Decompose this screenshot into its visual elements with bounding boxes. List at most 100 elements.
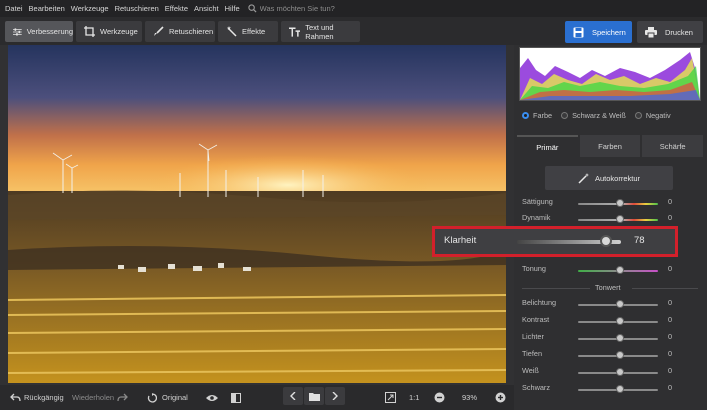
slider-value: 0 — [668, 349, 673, 358]
slider-thumb[interactable] — [616, 334, 624, 342]
slider-thumb[interactable] — [616, 385, 624, 393]
slider-value: 0 — [668, 383, 673, 392]
search-box[interactable] — [248, 4, 380, 13]
radio-farbe[interactable]: Farbe — [522, 111, 552, 120]
search-icon — [248, 4, 257, 13]
magic-wand-icon — [227, 26, 237, 37]
slider-kontrast: Kontrast 0 — [522, 315, 698, 329]
undo-button[interactable]: Rückgängig — [10, 385, 64, 410]
menu-retuschieren[interactable]: Retuschieren — [115, 4, 159, 13]
autocorrect-button[interactable]: Autokorrektur — [545, 166, 673, 190]
save-button[interactable]: Speichern — [565, 21, 632, 43]
next-image-button[interactable] — [325, 387, 345, 405]
menu-hilfe[interactable]: Hilfe — [225, 4, 240, 13]
undo-icon — [10, 393, 21, 402]
zoom-out-button[interactable] — [434, 385, 445, 410]
radio-selected-indicator — [522, 112, 529, 119]
slider-value: 0 — [668, 332, 673, 341]
slider-schwarz: Schwarz 0 — [522, 383, 698, 397]
image-canvas[interactable] — [0, 45, 514, 385]
radio-indicator — [634, 112, 642, 119]
undo-label: Rückgängig — [24, 393, 64, 402]
search-input[interactable] — [256, 4, 380, 13]
open-folder-button[interactable] — [304, 387, 324, 405]
chevron-right-icon — [332, 392, 338, 400]
slider-weiss: Weiß 0 — [522, 366, 698, 380]
redo-icon — [117, 393, 129, 402]
sliders-icon — [13, 27, 22, 36]
tab-verbesserung-label: Verbesserung — [26, 27, 73, 36]
tab-verbesserung[interactable]: Verbesserung — [5, 21, 73, 42]
preview-eye-button[interactable] — [206, 385, 218, 410]
slider-label: Kontrast — [522, 315, 550, 324]
menu-werkzeuge[interactable]: Werkzeuge — [71, 4, 109, 13]
reset-icon — [147, 392, 157, 403]
fit-to-screen-button[interactable] — [385, 385, 396, 410]
zoom-in-button[interactable] — [495, 385, 506, 410]
print-button-label: Drucken — [665, 27, 693, 37]
redo-button[interactable]: Wiederholen — [72, 385, 129, 410]
slider-thumb[interactable] — [616, 199, 624, 207]
tab-werkzeuge[interactable]: Werkzeuge — [76, 21, 142, 42]
actual-size-button[interactable]: 1:1 — [409, 385, 419, 410]
previous-image-button[interactable] — [283, 387, 303, 405]
divider — [632, 288, 698, 289]
slider-value: 0 — [668, 264, 673, 273]
slider-value: 0 — [668, 366, 673, 375]
tab-effekte[interactable]: Effekte — [218, 21, 278, 42]
slider-belichtung: Belichtung 0 — [522, 298, 698, 312]
magic-wand-icon — [578, 172, 589, 184]
menu-bearbeiten[interactable]: Bearbeiten — [29, 4, 65, 13]
slider-thumb[interactable] — [616, 266, 624, 274]
tab-schaerfe[interactable]: Schärfe — [642, 135, 704, 157]
histogram — [519, 47, 701, 101]
slider-label: Tiefen — [522, 349, 543, 358]
slider-klarheit-highlight: Klarheit 78 — [432, 226, 678, 257]
split-view-icon — [231, 392, 241, 403]
compare-button[interactable] — [231, 385, 241, 410]
slider-value: 0 — [668, 197, 673, 206]
menu-datei[interactable]: Datei — [5, 4, 23, 13]
slider-lichter: Lichter 0 — [522, 332, 698, 346]
radio-negativ[interactable]: Negativ — [634, 111, 671, 120]
color-mode-group: Farbe Schwarz & Weiß Negativ — [522, 111, 680, 120]
original-button[interactable]: Original — [147, 385, 188, 410]
slider-saettigung: Sättigung 0 — [522, 197, 698, 211]
slider-label: Weiß — [522, 366, 539, 375]
slider-value: 78 — [634, 235, 645, 246]
fit-screen-icon — [385, 392, 396, 403]
slider-label: Belichtung — [522, 298, 557, 307]
save-button-label: Speichern — [592, 27, 626, 37]
slider-value: 0 — [668, 213, 673, 222]
tab-werkzeuge-label: Werkzeuge — [100, 27, 138, 36]
slider-thumb[interactable] — [616, 351, 624, 359]
chevron-left-icon — [290, 392, 296, 400]
radio-indicator — [561, 112, 569, 119]
radio-negativ-label: Negativ — [645, 111, 671, 120]
original-label: Original — [162, 393, 188, 402]
bottom-toolbar: Rückgängig Wiederholen Original 1:1 93% — [0, 385, 514, 410]
print-button[interactable]: Drucken — [637, 21, 703, 43]
tab-text-und-rahmen[interactable]: Text und Rahmen — [281, 21, 360, 42]
slider-thumb[interactable] — [600, 235, 612, 247]
printer-icon — [645, 26, 657, 38]
divider — [522, 288, 590, 289]
brush-icon — [154, 26, 164, 36]
tab-primaer[interactable]: Primär — [517, 135, 578, 157]
menu-ansicht[interactable]: Ansicht — [194, 4, 219, 13]
slider-thumb[interactable] — [616, 317, 624, 325]
landscape-photo[interactable] — [8, 45, 506, 383]
menu-effekte[interactable]: Effekte — [165, 4, 188, 13]
slider-thumb[interactable] — [616, 368, 624, 376]
redo-label: Wiederholen — [72, 393, 115, 402]
slider-thumb[interactable] — [616, 300, 624, 308]
zoom-level[interactable]: 93% — [462, 385, 477, 410]
tab-retuschieren[interactable]: Retuschieren — [145, 21, 215, 42]
autocorrect-label: Autokorrektur — [594, 173, 641, 183]
zoom-in-icon — [495, 392, 506, 403]
folder-icon — [308, 392, 320, 401]
tab-farben[interactable]: Farben — [579, 135, 641, 157]
slider-thumb[interactable] — [616, 215, 624, 223]
radio-schwarz-weiss[interactable]: Schwarz & Weiß — [561, 111, 626, 120]
slider-label: Sättigung — [522, 197, 553, 206]
